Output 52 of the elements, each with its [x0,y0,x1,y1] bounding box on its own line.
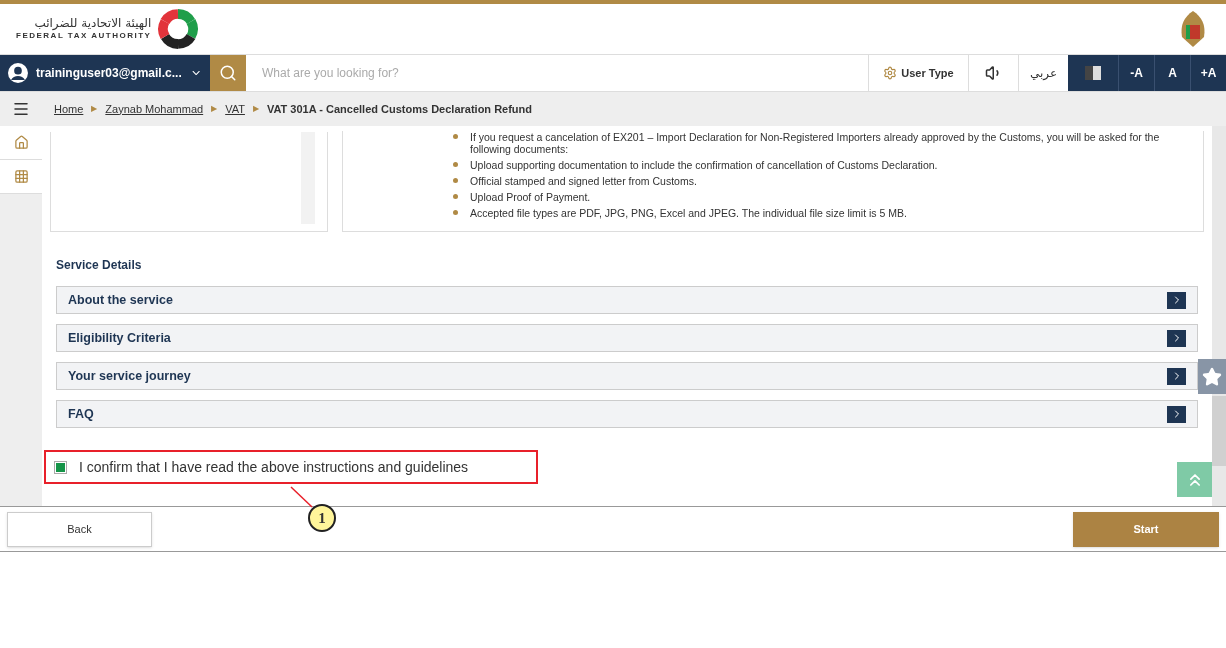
accordion-header[interactable]: Your service journey [56,362,1198,390]
user-email: traininguser03@gmail.c... [35,65,182,82]
accordion-header[interactable]: FAQ [56,400,1198,428]
user-type-button[interactable]: User Type [868,55,968,91]
breadcrumb-link[interactable]: Zaynab Mohammad [105,100,204,118]
favorite-button[interactable] [1198,359,1226,394]
contrast-button[interactable] [1068,55,1118,91]
search-icon [219,64,237,82]
bullet-icon [453,210,458,215]
breadcrumb-separator: ▶ [211,103,218,115]
font-size-button[interactable]: +A [1190,55,1226,91]
logo-text: FEDERAL TAX AUTHORITY [16,30,152,42]
breadcrumb-link[interactable]: Home [54,100,84,118]
breadcrumb-current: VAT 301A - Cancelled Customs Declaration Refund [266,101,532,117]
scrollbar-thumb[interactable] [1212,396,1226,466]
accordion-header[interactable]: Eligibility Criteria [56,324,1198,352]
bullet-icon [453,194,458,199]
search-button[interactable] [210,55,246,91]
font-size-button[interactable]: A [1154,55,1190,91]
grid-icon[interactable] [0,160,42,194]
leader-line [290,486,314,508]
bullet-icon [453,162,458,167]
breadcrumb-link[interactable]: VAT [225,100,245,118]
checkbox[interactable] [54,460,67,474]
instruction-text: Accepted file types are PDF, JPG, PNG, Excel and JPEG. The individual file size limit is 5 MB. [470,207,907,219]
breadcrumb-separator: ▶ [252,103,259,115]
chevron-right-icon [1167,329,1186,347]
chevron-right-icon [1167,405,1186,423]
user-menu[interactable]: traininguser03@gmail.c... [0,55,210,91]
instruction-text: Upload Proof of Payment. [470,191,591,203]
chevron-right-icon [1167,367,1186,385]
bullet-icon [453,178,458,183]
chevron-right-icon [1167,291,1186,309]
contrast-icon [1085,66,1101,80]
accordion-header[interactable]: About the service [56,286,1198,314]
gear-icon [883,66,898,80]
home-icon[interactable] [0,126,42,160]
logo-arabic-text: الهيئة الاتحادية للضرائب [34,16,152,30]
bullet-icon [453,134,458,139]
section-title: Service Details [56,257,143,274]
scroll-top-button[interactable] [1177,462,1212,497]
annotation-marker: 1 [308,504,336,532]
search-field[interactable]: What are you looking for? [246,55,868,91]
instruction-text: If you request a cancelation of EX201 – Import Declaration for Non-Registered Importers already approved by the Customs, you will be asked for the following documents: [470,131,1161,155]
user-avatar-icon [8,60,28,86]
confirm-label: I confirm that I have read the above instructions and guidelines [79,457,469,477]
back-button[interactable]: Back [7,511,152,547]
instruction-text: Official stamped and signed letter from Customs. [470,175,697,187]
font-size-button[interactable]: -A [1118,55,1154,91]
star-icon [1202,366,1222,387]
instruction-text: Upload supporting documentation to include the confirmation of cancellation of Customs Declaration. [470,159,938,171]
breadcrumb-separator: ▶ [91,103,98,115]
